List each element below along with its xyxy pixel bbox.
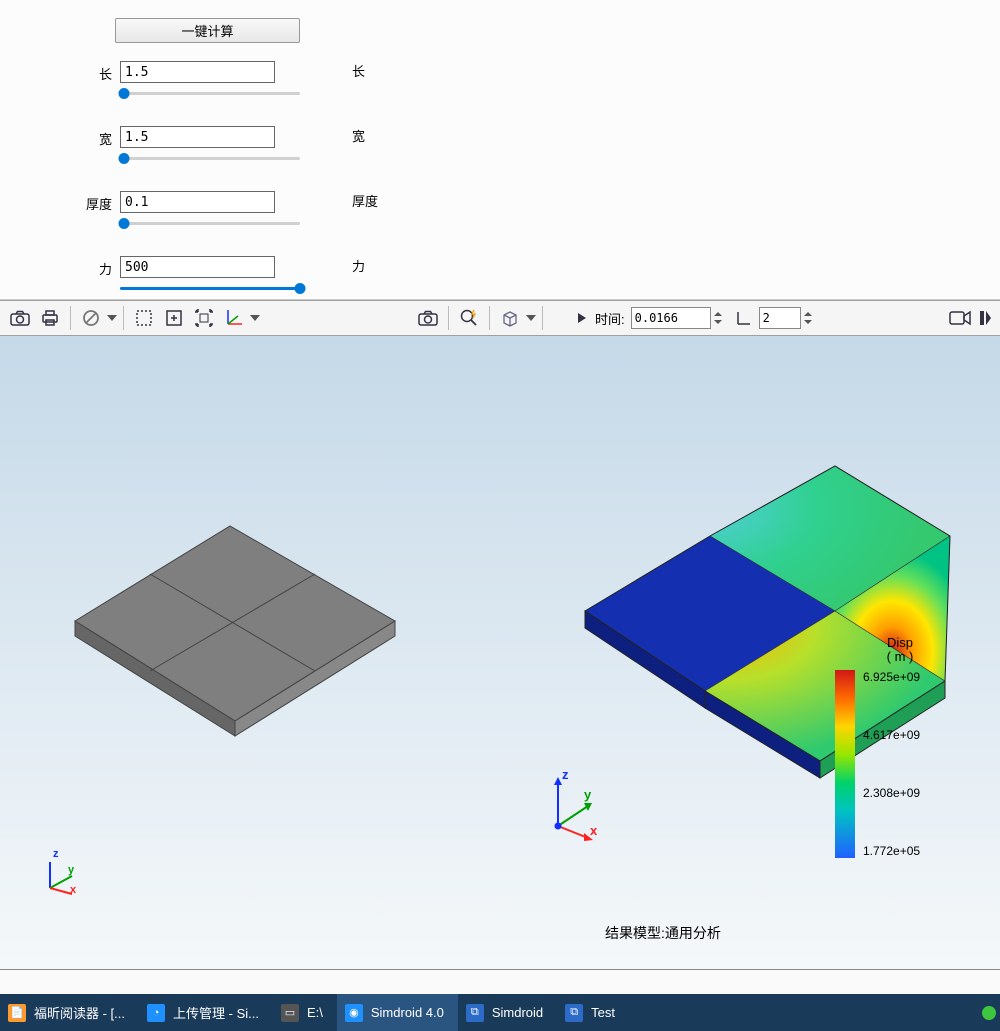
label-force: 力 bbox=[0, 256, 120, 278]
label-force-right: 力 bbox=[352, 256, 365, 275]
slider-thickness[interactable] bbox=[120, 216, 300, 230]
legend-tick: 2.308e+09 bbox=[863, 786, 920, 800]
app-icon: ◔ bbox=[147, 1004, 165, 1022]
app-icon: ◉ bbox=[345, 1004, 363, 1022]
taskbar-item[interactable]: ◉Simdroid 4.0 bbox=[337, 994, 458, 1031]
label-width: 宽 bbox=[0, 126, 120, 148]
taskbar-item[interactable]: ▭E:\ bbox=[273, 994, 337, 1031]
result-model-label: 结果模型:通用分析 bbox=[605, 923, 721, 943]
legend-tick: 4.617e+09 bbox=[863, 728, 920, 742]
parameter-panel: 一键计算 长 长 宽 宽 厚度 厚度 力 bbox=[0, 0, 1000, 300]
label-length-right: 长 bbox=[352, 61, 365, 80]
legend-colorbar bbox=[835, 670, 855, 858]
label-length: 长 bbox=[0, 61, 120, 83]
legend-tick: 1.772e+05 bbox=[863, 844, 920, 858]
app-icon: 📄 bbox=[8, 1004, 26, 1022]
input-plate bbox=[50, 466, 410, 746]
label-thickness: 厚度 bbox=[0, 191, 120, 213]
app-icon: ⧉ bbox=[565, 1004, 583, 1022]
legend-tick: 6.925e+09 bbox=[863, 670, 920, 684]
taskbar-item[interactable]: ⧉Test bbox=[557, 994, 629, 1031]
app-icon: ⧉ bbox=[466, 1004, 484, 1022]
legend-title: Disp( m ) bbox=[835, 636, 965, 664]
axis-gizmo-center: z y x bbox=[540, 771, 600, 844]
taskbar-item[interactable]: 📄福昕阅读器 - [... bbox=[0, 994, 139, 1031]
slider-width[interactable] bbox=[120, 151, 300, 165]
axis-gizmo-corner: z y x bbox=[38, 854, 82, 901]
input-thickness[interactable] bbox=[120, 191, 275, 213]
input-force[interactable] bbox=[120, 256, 275, 278]
drive-icon: ▭ bbox=[281, 1004, 299, 1022]
taskbar-item[interactable]: ◔上传管理 - Si... bbox=[139, 994, 273, 1031]
slider-length[interactable] bbox=[120, 86, 300, 100]
taskbar: 📄福昕阅读器 - [... ◔上传管理 - Si... ▭E:\ ◉Simdro… bbox=[0, 994, 1000, 1031]
slider-force[interactable] bbox=[120, 281, 300, 295]
input-length[interactable] bbox=[120, 61, 275, 83]
color-legend: Disp( m ) 6.925e+09 4.617e+09 2.308e+09 … bbox=[835, 636, 965, 858]
status-dot-icon bbox=[982, 1006, 996, 1020]
taskbar-item[interactable]: ⧉Simdroid bbox=[458, 994, 557, 1031]
viewport-3d[interactable]: z y x z y x Disp( m ) 6.925e+09 4.617e+0… bbox=[0, 336, 1000, 970]
calculate-button[interactable]: 一键计算 bbox=[115, 18, 300, 43]
input-width[interactable] bbox=[120, 126, 275, 148]
label-width-right: 宽 bbox=[352, 126, 365, 145]
label-thickness-right: 厚度 bbox=[352, 191, 378, 210]
